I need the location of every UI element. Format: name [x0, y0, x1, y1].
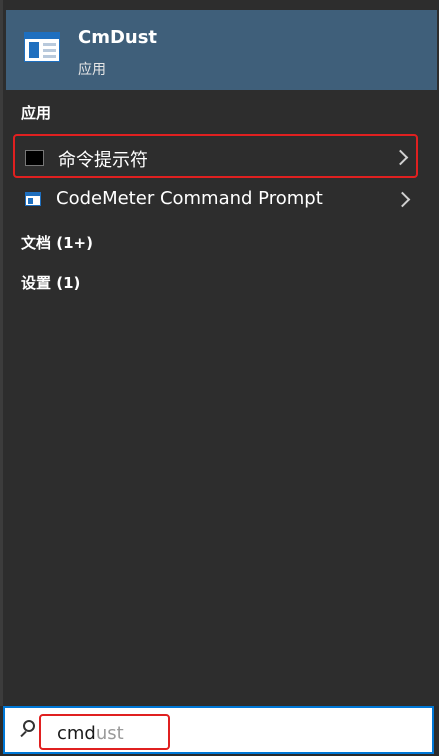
app-item-label: 命令提示符 [58, 150, 148, 171]
best-match-title: CmDust [78, 27, 158, 48]
documents-section-header[interactable]: 文档 (1+) [21, 232, 93, 253]
best-match-subtitle: 应用 [78, 62, 106, 78]
search-results-panel: CmDust 应用 应用 命令提示符 CodeMeter Command Pro… [0, 0, 439, 706]
app-window-icon [24, 32, 60, 62]
app-item-command-prompt[interactable]: 命令提示符 [13, 134, 418, 178]
app-item-label: CodeMeter Command Prompt [56, 188, 323, 209]
app-item-codemeter[interactable]: CodeMeter Command Prompt [13, 178, 418, 222]
autocomplete-suggestion: ust [95, 723, 124, 744]
chevron-right-icon[interactable] [392, 149, 409, 166]
search-icon [23, 720, 35, 732]
best-match-result[interactable]: CmDust 应用 [6, 10, 437, 90]
search-bar[interactable]: cmdust [3, 706, 434, 754]
search-query: cmdust [57, 723, 124, 744]
settings-section-header[interactable]: 设置 (1) [21, 272, 80, 293]
chevron-right-icon[interactable] [394, 191, 411, 208]
apps-section-header: 应用 [21, 104, 52, 122]
typed-text: cmd [57, 723, 96, 744]
command-prompt-icon [25, 150, 44, 166]
search-input[interactable]: cmdust [39, 714, 170, 750]
codemeter-icon [25, 192, 41, 206]
